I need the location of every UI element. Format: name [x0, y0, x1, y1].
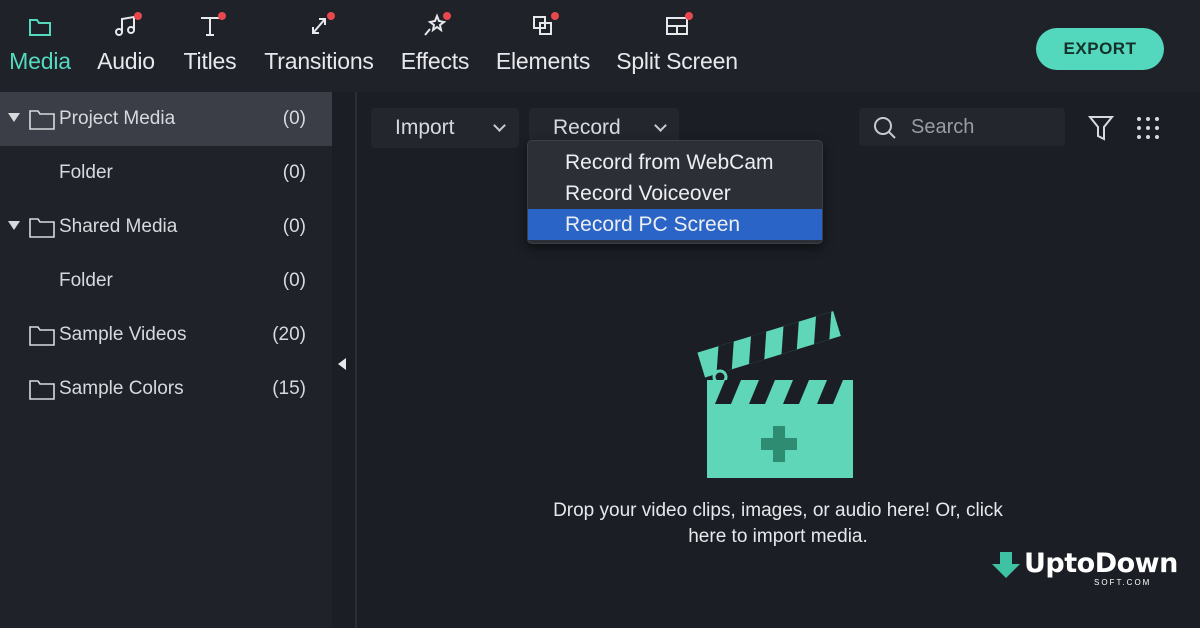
transition-icon [303, 10, 335, 42]
new-badge-dot [134, 12, 142, 20]
record-menu: Record from WebCam Record Voiceover Reco… [527, 140, 823, 244]
watermark-text: UptoDown [1024, 548, 1178, 579]
tab-media-label: Media [9, 48, 71, 74]
empty-state-message[interactable]: Drop your video clips, images, or audio … [500, 498, 1056, 550]
import-label: Import [395, 116, 455, 139]
search-input[interactable] [911, 108, 1061, 146]
sidebar-item-folder[interactable]: Folder (0) [0, 146, 332, 200]
import-dropdown[interactable]: Import [371, 108, 519, 148]
tab-elements[interactable]: Elements [493, 10, 593, 85]
uptodown-logo-icon [992, 552, 1020, 578]
chevron-down-icon [654, 119, 667, 132]
sidebar-item-count: (0) [282, 270, 306, 291]
tab-transitions[interactable]: Transitions [260, 10, 378, 85]
folder-icon [29, 110, 55, 130]
sidebar-item-label: Project Media [59, 108, 176, 129]
filter-icon[interactable] [1088, 114, 1114, 142]
split-screen-icon [661, 10, 693, 42]
new-badge-dot [685, 12, 693, 20]
sidebar-item-label: Folder [59, 270, 113, 291]
folder-icon [29, 326, 55, 346]
menu-item-record-voiceover[interactable]: Record Voiceover [528, 178, 822, 209]
sidebar-item-folder[interactable]: Folder (0) [0, 254, 332, 308]
chevron-down-icon [493, 119, 506, 132]
tab-audio-label: Audio [97, 48, 155, 74]
new-badge-dot [551, 12, 559, 20]
sidebar-item-sample-colors[interactable]: Sample Colors (15) [0, 362, 332, 416]
sidebar-item-project-media[interactable]: Project Media (0) [0, 92, 332, 146]
watermark-subtext: SOFT.COM [1094, 578, 1152, 587]
folder-icon [29, 218, 55, 238]
tab-split-screen[interactable]: Split Screen [611, 10, 743, 85]
sidebar-item-count: (0) [282, 162, 306, 183]
export-button[interactable]: EXPORT [1036, 28, 1164, 70]
menu-item-record-pc-screen[interactable]: Record PC Screen [528, 209, 822, 240]
sidebar-item-label: Folder [59, 162, 113, 183]
tab-audio[interactable]: Audio [94, 10, 158, 85]
sidebar-item-label: Shared Media [59, 216, 178, 237]
sidebar-item-sample-videos[interactable]: Sample Videos (20) [0, 308, 332, 362]
effects-icon [419, 10, 451, 42]
tab-media[interactable]: Media [6, 10, 74, 85]
menu-item-record-webcam[interactable]: Record from WebCam [528, 147, 822, 178]
record-label: Record [553, 116, 621, 139]
sidebar-item-count: (0) [282, 108, 306, 129]
folder-icon [29, 380, 55, 400]
empty-state-line: Drop your video clips, images, or audio … [553, 500, 1003, 521]
uptodown-watermark: UptoDown SOFT.COM [990, 548, 1178, 588]
sidebar-item-shared-media[interactable]: Shared Media (0) [0, 200, 332, 254]
tab-effects[interactable]: Effects [397, 10, 473, 85]
sidebar-item-count: (20) [272, 324, 306, 345]
tab-split-screen-label: Split Screen [616, 48, 738, 74]
expand-arrow-icon[interactable] [8, 113, 20, 122]
text-icon [194, 10, 226, 42]
music-note-icon [110, 10, 142, 42]
sidebar-item-count: (15) [272, 378, 306, 399]
sidebar-item-count: (0) [282, 216, 306, 237]
tab-titles[interactable]: Titles [180, 10, 240, 85]
expand-arrow-icon[interactable] [8, 221, 20, 230]
grid-view-icon[interactable] [1136, 116, 1160, 140]
collapse-sidebar-arrow-icon[interactable] [338, 358, 346, 370]
top-toolbar: Media Audio Titles Transitions Effects E… [0, 0, 1200, 92]
tab-titles-label: Titles [183, 48, 237, 74]
tab-elements-label: Elements [495, 48, 591, 74]
tab-transitions-label: Transitions [264, 48, 374, 74]
new-badge-dot [218, 12, 226, 20]
elements-icon [527, 10, 559, 42]
folder-icon [24, 10, 56, 42]
tab-effects-label: Effects [400, 48, 470, 74]
search-box[interactable] [859, 108, 1065, 146]
sidebar-item-label: Sample Colors [59, 378, 184, 399]
sidebar-item-label: Sample Videos [59, 324, 187, 345]
search-icon [874, 117, 896, 139]
empty-state-line: here to import media. [688, 526, 868, 547]
clapperboard-add-icon[interactable] [695, 308, 865, 483]
new-badge-dot [443, 12, 451, 20]
media-library-sidebar: Project Media (0) Folder (0) Shared Medi… [0, 92, 332, 628]
new-badge-dot [327, 12, 335, 20]
